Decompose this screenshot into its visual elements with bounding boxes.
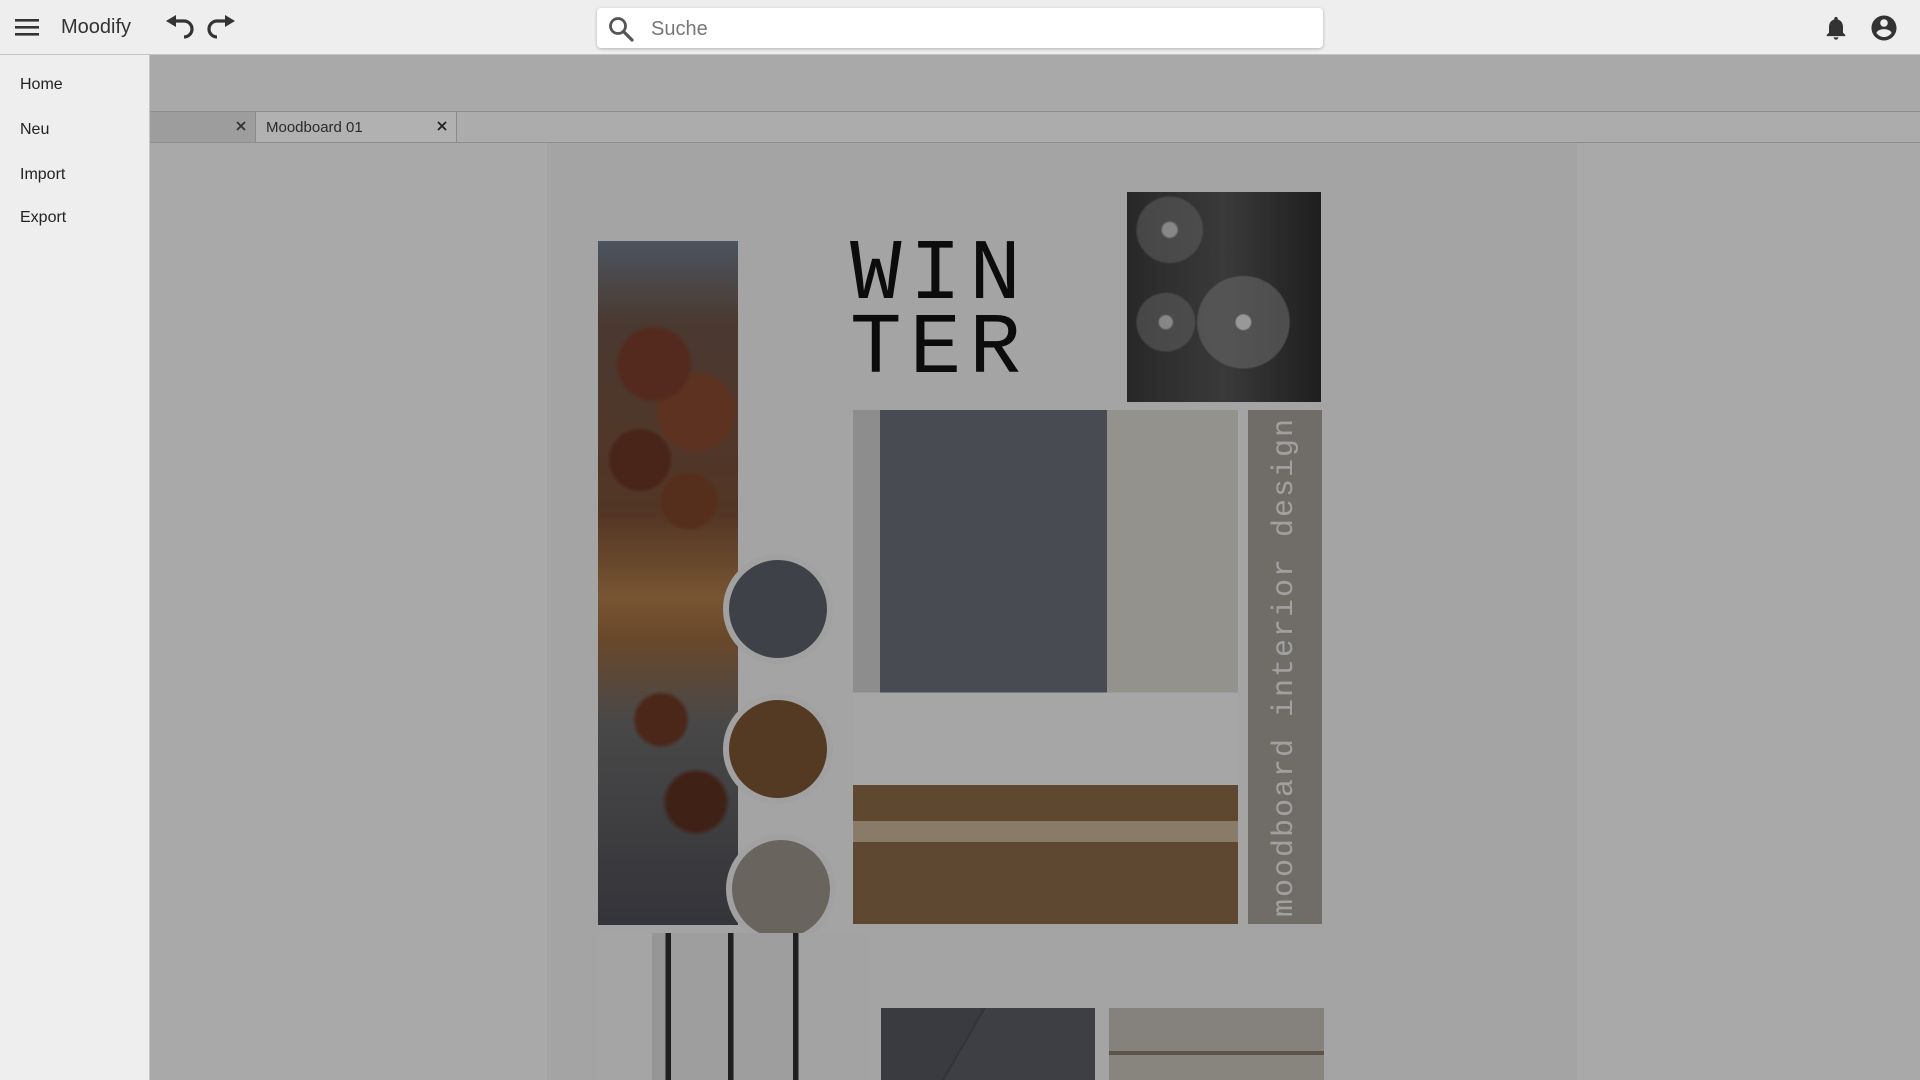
sidebar-item-neu[interactable]: Neu (20, 121, 49, 139)
sidebar: Home Neu Import Export (0, 55, 150, 1080)
pendant-lights-photo[interactable] (1127, 192, 1321, 402)
close-icon[interactable] (434, 118, 450, 134)
moodboard-title[interactable]: WIN TER (850, 232, 1029, 392)
account-circle-icon (1871, 15, 1897, 41)
redo-icon (207, 15, 235, 39)
sidebar-item-home[interactable]: Home (20, 76, 63, 94)
undo-button[interactable] (164, 15, 196, 41)
top-app-bar: Moodify (0, 0, 1920, 55)
color-swatch-brown[interactable] (723, 694, 833, 804)
color-swatch-taupe[interactable] (726, 834, 836, 944)
arched-window-photo[interactable] (598, 933, 869, 1080)
search-input[interactable] (649, 8, 1303, 50)
sidebar-item-export[interactable]: Export (20, 209, 66, 227)
close-icon[interactable] (233, 118, 249, 134)
tab-moodboard-01[interactable]: Moodboard 01 (256, 112, 457, 142)
search-icon[interactable] (608, 16, 634, 42)
account-button[interactable] (1869, 13, 1899, 43)
tab-label: Moodboard 01 (266, 119, 363, 136)
tab-untitled[interactable] (150, 112, 256, 142)
moodboard-subtitle[interactable]: moodboard interior design (1268, 417, 1302, 917)
moodboard-canvas[interactable]: WIN TER moodboard interior design (150, 143, 1920, 1080)
hamburger-icon (15, 19, 39, 36)
sidebar-item-import[interactable]: Import (20, 166, 65, 184)
workspace: Moodboard 01 WIN TER moodboard interior … (150, 55, 1920, 1080)
app-title: Moodify (61, 16, 132, 38)
bedroom-photo[interactable] (853, 410, 1238, 924)
color-swatch-slate[interactable] (723, 554, 833, 664)
undo-icon (166, 15, 194, 39)
tab-strip: Moodboard 01 (150, 111, 1920, 143)
hex-tile-photo[interactable] (881, 1008, 1095, 1080)
redo-button[interactable] (205, 15, 237, 41)
notifications-button[interactable] (1822, 14, 1850, 42)
search-bar (597, 8, 1323, 50)
hazelnut-photo[interactable] (598, 241, 738, 925)
bell-icon (1826, 16, 1846, 40)
menu-button[interactable] (14, 16, 40, 38)
side-table-photo[interactable] (1109, 1008, 1324, 1080)
subtitle-panel: moodboard interior design (1248, 410, 1322, 924)
